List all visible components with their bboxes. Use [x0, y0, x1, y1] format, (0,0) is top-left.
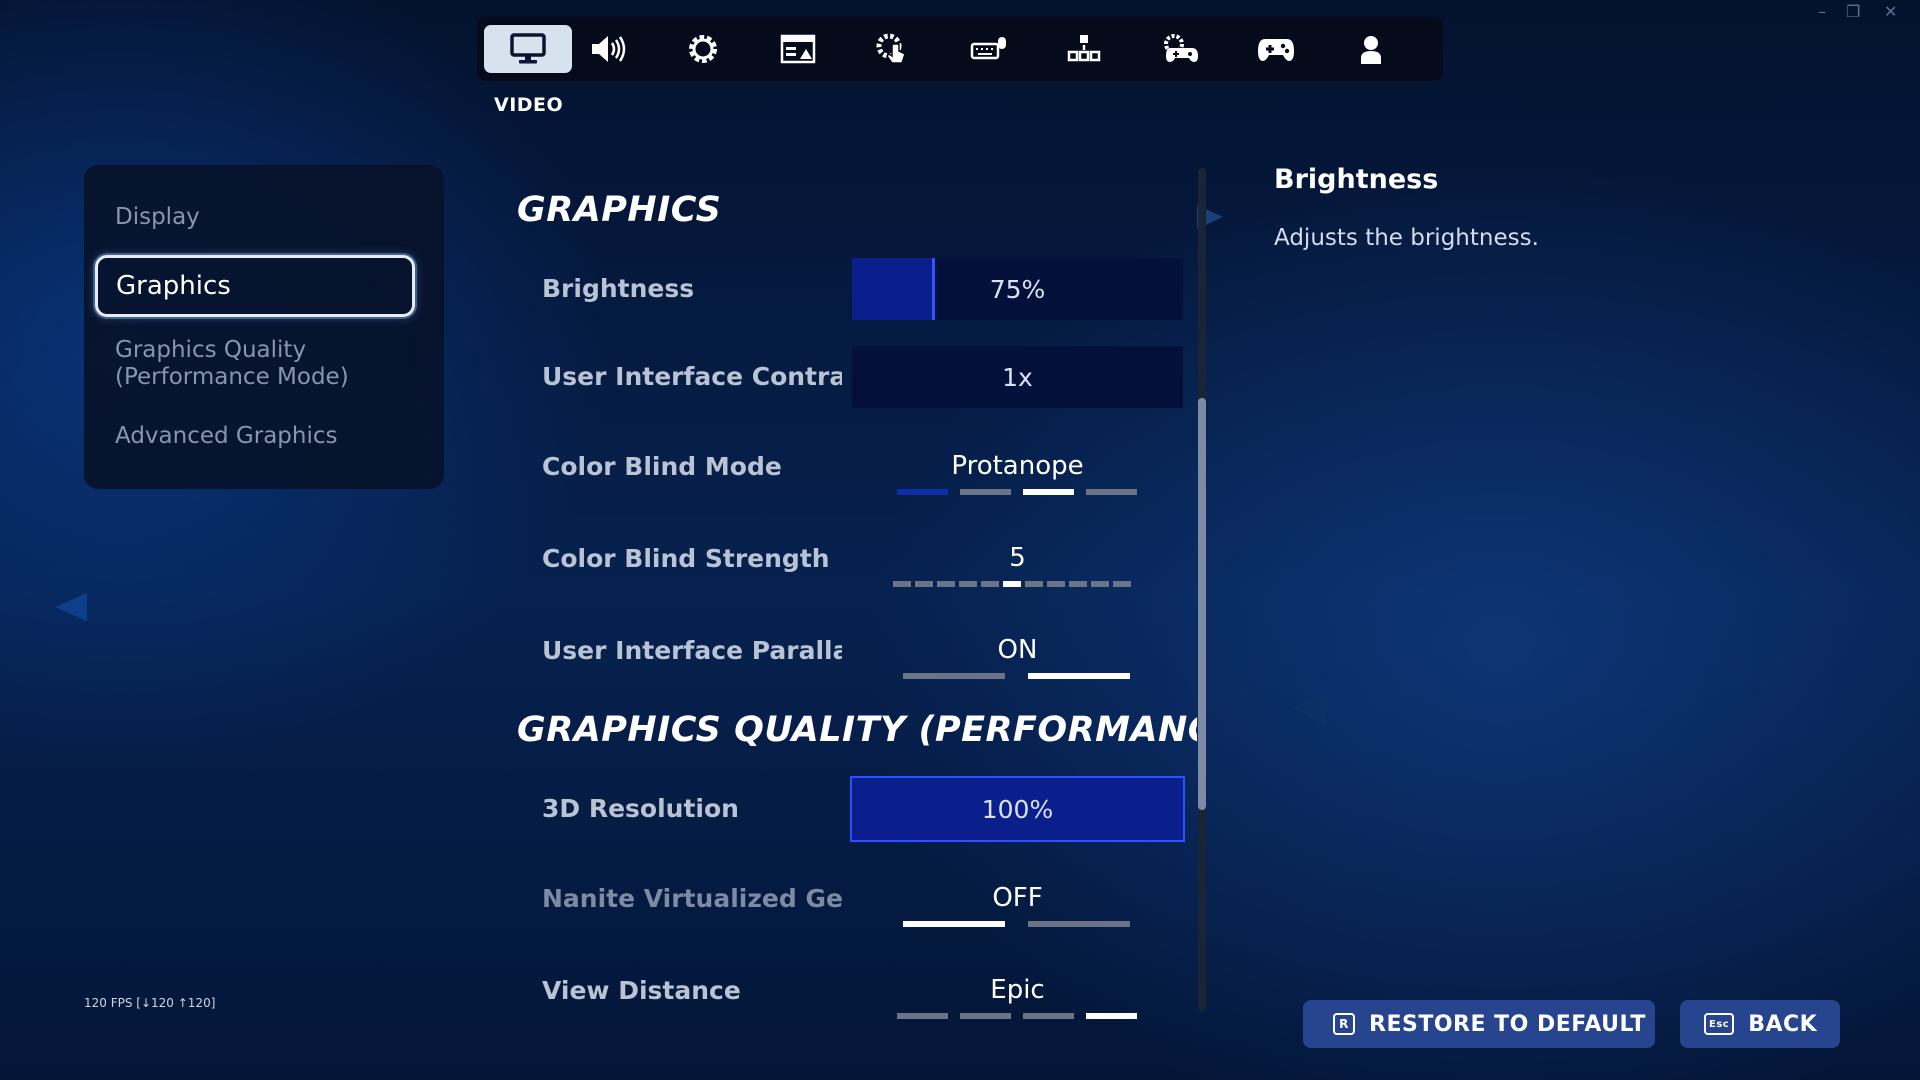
keyboard-mouse-icon	[970, 37, 1006, 60]
tab-game[interactable]	[659, 25, 747, 73]
color-blind-mode-label: Color Blind Mode	[542, 452, 782, 481]
brightness-slider[interactable]: 75%	[852, 258, 1183, 320]
option-pip	[903, 921, 1005, 927]
speaker-icon	[592, 36, 626, 62]
color-blind-mode-indicator	[897, 489, 1137, 495]
option-pip	[1091, 581, 1109, 587]
tab-touch[interactable]	[849, 25, 937, 73]
option-pip	[893, 581, 911, 587]
ui-contrast-label: User Interface Contrast	[542, 362, 842, 391]
ui-parallax-label: User Interface Parallax	[542, 636, 842, 665]
option-pip	[937, 581, 955, 587]
decor-triangle	[1292, 690, 1326, 726]
monitor-icon	[510, 33, 546, 64]
option-pip	[1086, 489, 1137, 495]
tab-account[interactable]	[1327, 25, 1415, 73]
description-title: Brightness	[1274, 164, 1439, 195]
section-label: VIDEO	[494, 94, 564, 116]
esc-key-icon: Esc	[1704, 1013, 1735, 1035]
color-blind-strength-label: Color Blind Strength	[542, 544, 830, 573]
description-text: Adjusts the brightness.	[1274, 225, 1539, 251]
option-pip	[981, 581, 999, 587]
option-pip	[1028, 921, 1130, 927]
tab-controller[interactable]	[1232, 25, 1320, 73]
controller-settings-icon	[1164, 34, 1198, 62]
sidebar-nav: Display Graphics Graphics Quality (Perfo…	[84, 165, 444, 489]
r-key-icon: R	[1333, 1013, 1355, 1035]
brightness-value: 75%	[989, 274, 1046, 304]
ui-parallax-value[interactable]: ON	[852, 635, 1183, 665]
sidebar-item-graphics-quality[interactable]: Graphics Quality (Performance Mode)	[115, 337, 349, 391]
view-distance-indicator	[897, 1013, 1137, 1019]
option-pip	[1023, 489, 1074, 495]
graphics-quality-heading: GRAPHICS QUALITY (PERFORMANCE MODE)	[517, 710, 1197, 750]
back-label: BACK	[1748, 1011, 1818, 1037]
option-pip	[1025, 581, 1043, 587]
option-pip	[1003, 581, 1021, 587]
hud-layout-icon	[780, 34, 816, 64]
ui-parallax-indicator	[903, 673, 1130, 679]
option-pip	[1069, 581, 1087, 587]
view-distance-value[interactable]: Epic	[852, 975, 1183, 1005]
tab-controller-layout[interactable]	[1040, 25, 1128, 73]
scrollbar-thumb[interactable]	[1198, 398, 1206, 810]
decor-triangle	[55, 593, 87, 621]
option-pip	[1113, 581, 1131, 587]
fps-counter: 120 FPS [↓120 ↑120]	[84, 996, 216, 1010]
3d-resolution-label: 3D Resolution	[542, 794, 739, 823]
gamepad-icon	[1258, 39, 1294, 61]
nanite-value[interactable]: OFF	[852, 883, 1183, 913]
option-pip	[959, 581, 977, 587]
ui-contrast-value: 1x	[1002, 362, 1033, 392]
restore-default-label: RESTORE TO DEFAULT	[1369, 1011, 1646, 1037]
restore-default-button[interactable]: R RESTORE TO DEFAULT	[1303, 1000, 1655, 1048]
option-pip	[903, 673, 1005, 679]
ui-contrast-slider[interactable]: 1x	[852, 346, 1183, 408]
option-pip	[915, 581, 933, 587]
option-pip	[960, 1013, 1011, 1019]
account-icon	[1361, 36, 1381, 64]
settings-scrollbar[interactable]	[1198, 168, 1206, 1011]
option-pip	[960, 489, 1011, 495]
restore-window-button[interactable]: ❐	[1846, 2, 1860, 21]
option-pip	[1086, 1013, 1137, 1019]
option-pip	[1028, 673, 1130, 679]
tab-keyboard-mouse[interactable]	[945, 25, 1033, 73]
color-blind-strength-value[interactable]: 5	[852, 543, 1183, 573]
gear-icon	[689, 35, 717, 63]
3d-resolution-value: 100%	[981, 794, 1054, 824]
color-blind-mode-value[interactable]: Protanope	[852, 451, 1183, 481]
minimize-button[interactable]: –	[1818, 2, 1826, 21]
sidebar-item-graphics[interactable]: Graphics	[95, 255, 415, 317]
button-layout-icon	[1067, 35, 1101, 62]
color-blind-strength-indicator	[893, 581, 1131, 587]
view-distance-label: View Distance	[542, 976, 741, 1005]
tab-audio[interactable]	[563, 25, 651, 73]
option-pip	[897, 1013, 948, 1019]
sidebar-item-advanced-graphics[interactable]: Advanced Graphics	[115, 423, 338, 450]
nanite-label: Nanite Virtualized Geometry	[542, 884, 842, 913]
settings-tab-bar	[477, 17, 1443, 81]
tab-video[interactable]	[484, 25, 572, 73]
tab-controller-settings[interactable]	[1137, 25, 1225, 73]
sidebar-item-display[interactable]: Display	[115, 204, 200, 231]
option-pip	[1047, 581, 1065, 587]
option-pip	[1023, 1013, 1074, 1019]
close-button[interactable]: ✕	[1884, 2, 1897, 21]
option-pip	[897, 489, 948, 495]
graphics-heading: GRAPHICS	[517, 190, 722, 230]
3d-resolution-slider[interactable]: 100%	[850, 776, 1185, 842]
tab-game-ui[interactable]	[754, 25, 842, 73]
touch-settings-icon	[876, 33, 906, 64]
back-button[interactable]: Esc BACK	[1680, 1000, 1840, 1048]
nanite-indicator	[903, 921, 1130, 927]
brightness-label: Brightness	[542, 274, 695, 303]
